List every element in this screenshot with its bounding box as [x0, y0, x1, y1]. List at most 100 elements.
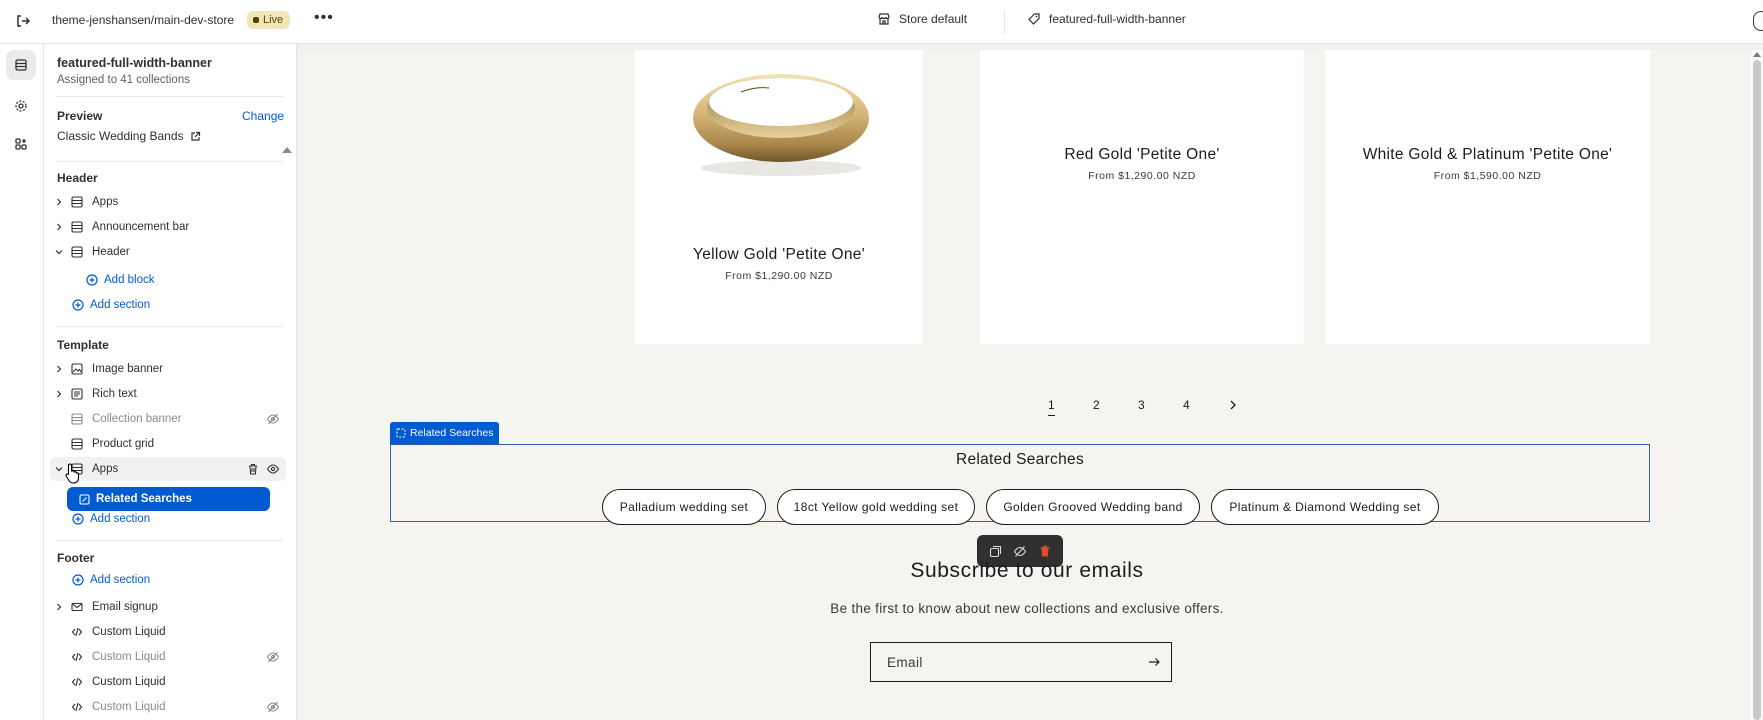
section-label: Custom Liquid	[92, 701, 166, 713]
live-dot-icon	[253, 17, 259, 23]
section-custom-liquid[interactable]: Custom Liquid	[50, 695, 286, 719]
preview-value-label: Classic Wedding Bands	[57, 129, 184, 143]
product-title[interactable]: White Gold & Platinum 'Petite One'	[1325, 146, 1650, 164]
trash-icon[interactable]	[246, 462, 260, 476]
template-title: featured-full-width-banner	[57, 56, 212, 70]
product-price: From $1,290.00 NZD	[1088, 170, 1196, 182]
add-block-label: Add block	[104, 274, 155, 286]
page-4-link[interactable]: 4	[1183, 398, 1190, 412]
section-email-signup[interactable]: Email signup	[50, 595, 286, 619]
chevron-right-icon[interactable]	[52, 365, 66, 373]
add-section-button[interactable]: Add section	[72, 513, 150, 525]
arrow-right-icon[interactable]	[1147, 655, 1161, 669]
hide-eye-icon[interactable]	[1013, 545, 1027, 558]
add-section-button[interactable]: Add section	[72, 574, 150, 586]
product-price: From $1,290.00 NZD	[725, 270, 833, 282]
section-rich-text[interactable]: Rich text	[50, 382, 286, 406]
live-badge: Live	[247, 11, 291, 29]
email-input[interactable]	[871, 654, 1121, 670]
divider	[57, 96, 283, 97]
chevron-right-icon[interactable]	[52, 390, 66, 398]
scroll-up-icon[interactable]	[282, 147, 292, 153]
page-1-link[interactable]: 1	[1048, 398, 1055, 416]
section-label: Product grid	[92, 438, 155, 450]
exit-icon[interactable]	[14, 12, 34, 32]
divider	[57, 161, 283, 162]
more-actions-icon[interactable]: •••	[314, 9, 334, 27]
code-icon	[70, 650, 84, 664]
store-label: Store default	[899, 12, 968, 26]
product-title[interactable]: Red Gold 'Petite One'	[980, 146, 1304, 164]
related-searches-section-tag[interactable]: Related Searches	[390, 422, 500, 444]
app-embeds-icon[interactable]	[6, 129, 36, 159]
block-related-searches[interactable]: Related Searches	[67, 487, 270, 511]
hidden-eye-icon[interactable]	[266, 412, 280, 426]
header-group-label: Header	[57, 171, 98, 185]
section-select-icon	[396, 428, 406, 438]
section-collection-banner[interactable]: Collection banner	[50, 407, 286, 431]
delete-trash-icon[interactable]	[1039, 545, 1051, 558]
live-badge-label: Live	[263, 14, 284, 26]
section-product-grid[interactable]: Product grid	[50, 432, 286, 456]
plus-circle-icon	[72, 574, 84, 586]
app-block-icon	[79, 493, 90, 505]
related-searches-section[interactable]: Related Searches Palladium wedding set 1…	[390, 444, 1650, 525]
hidden-eye-icon[interactable]	[266, 650, 280, 664]
section-label: Apps	[92, 196, 119, 208]
store-selector[interactable]: Store default	[877, 12, 967, 26]
section-image-banner[interactable]: Image banner	[50, 357, 286, 381]
add-section-button[interactable]: Add section	[72, 299, 150, 311]
chevron-down-icon[interactable]	[52, 248, 66, 256]
section-header[interactable]: Header	[50, 240, 286, 264]
template-label: featured-full-width-banner	[1049, 12, 1186, 26]
section-icon	[70, 437, 84, 451]
divider	[57, 326, 283, 327]
sections-icon[interactable]	[6, 50, 36, 80]
sidebar: featured-full-width-banner Assigned to 4…	[44, 44, 297, 720]
template-selector[interactable]: featured-full-width-banner	[1027, 12, 1186, 26]
section-label: Custom Liquid	[92, 626, 166, 638]
duplicate-icon[interactable]	[989, 545, 1002, 558]
user-menu-icon[interactable]	[1753, 11, 1763, 31]
product-price: From $1,590.00 NZD	[1433, 170, 1542, 182]
plus-circle-icon	[72, 299, 84, 311]
topbar-divider	[1004, 10, 1005, 34]
template-group-label: Template	[57, 338, 109, 352]
page-2-link[interactable]: 2	[1093, 398, 1100, 412]
page-3-link[interactable]: 3	[1138, 398, 1145, 412]
search-chip[interactable]: Golden Grooved Wedding band	[986, 489, 1200, 525]
section-header-apps[interactable]: Apps	[50, 190, 286, 214]
settings-gear-icon[interactable]	[6, 91, 36, 121]
subscribe-description: Be the first to know about new collectio…	[830, 601, 1224, 616]
preview-scrollbar[interactable]	[1751, 50, 1763, 720]
preview-value[interactable]: Classic Wedding Bands	[57, 129, 201, 143]
section-custom-liquid[interactable]: Custom Liquid	[50, 670, 286, 694]
search-chip[interactable]: Platinum & Diamond Wedding set	[1211, 489, 1439, 525]
email-field[interactable]	[870, 642, 1172, 682]
product-card[interactable]: Red Gold 'Petite One' From $1,290.00 NZD	[980, 50, 1304, 344]
section-apps[interactable]: Apps	[50, 457, 286, 481]
chevron-right-icon[interactable]	[52, 198, 66, 206]
add-block-button[interactable]: Add block	[86, 274, 155, 286]
eye-icon[interactable]	[266, 462, 280, 476]
search-chip[interactable]: Palladium wedding set	[602, 489, 766, 525]
product-title[interactable]: Yellow Gold 'Petite One'	[635, 246, 923, 264]
hidden-eye-icon[interactable]	[266, 700, 280, 714]
section-label: Custom Liquid	[92, 651, 166, 663]
section-custom-liquid[interactable]: Custom Liquid	[50, 620, 286, 644]
scrollbar-thumb[interactable]	[1753, 60, 1761, 720]
search-chip[interactable]: 18ct Yellow gold wedding set	[777, 489, 975, 525]
product-card[interactable]: Yellow Gold 'Petite One' From $1,290.00 …	[635, 50, 923, 344]
section-label: Collection banner	[92, 413, 182, 425]
mail-icon	[70, 600, 84, 614]
plus-circle-icon	[86, 274, 98, 286]
chevron-right-icon[interactable]	[52, 223, 66, 231]
product-card[interactable]: White Gold & Platinum 'Petite One' From …	[1325, 50, 1650, 344]
chevron-right-icon[interactable]	[52, 603, 66, 611]
section-custom-liquid[interactable]: Custom Liquid	[50, 645, 286, 669]
footer-group-label: Footer	[57, 551, 95, 565]
next-page-icon[interactable]	[1228, 399, 1238, 411]
change-preview-link[interactable]: Change	[242, 109, 284, 123]
scroll-up-arrow-icon[interactable]	[1753, 52, 1761, 57]
section-announcement-bar[interactable]: Announcement bar	[50, 215, 286, 239]
